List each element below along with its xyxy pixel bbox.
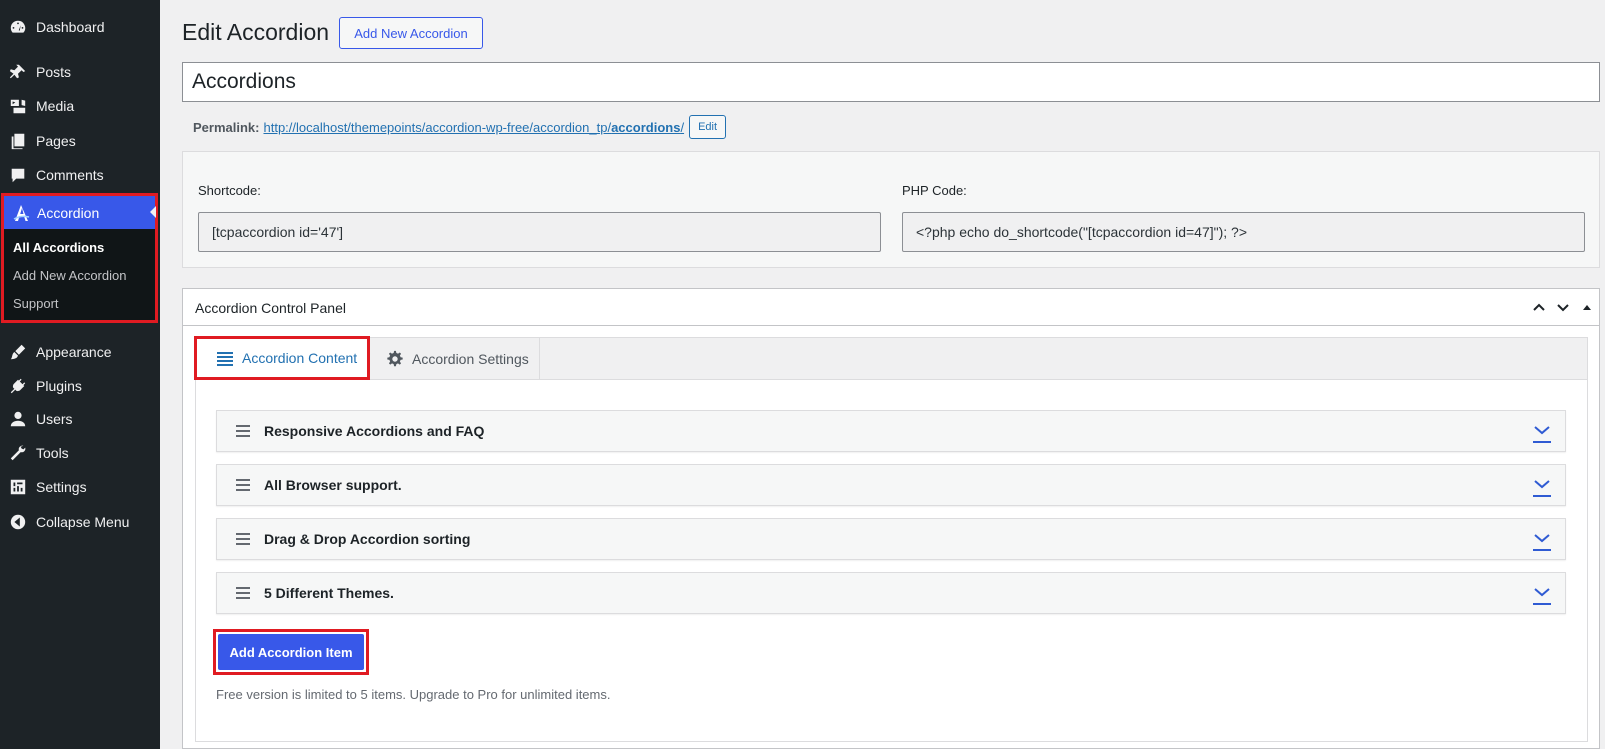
postbox-header: Accordion Control Panel: [183, 289, 1599, 326]
pages-icon: [0, 132, 36, 150]
tab-accordion-settings[interactable]: Accordion Settings: [370, 338, 540, 380]
permalink-url-prefix: http://localhost/themepoints/accordion-w…: [263, 119, 612, 135]
comment-icon: [0, 166, 36, 184]
chevron-down-icon[interactable]: [1533, 585, 1551, 605]
menu-media[interactable]: Media: [0, 89, 160, 123]
accordion-item-title: Drag & Drop Accordion sorting: [264, 531, 471, 547]
collapse-panel-icon[interactable]: [1577, 297, 1597, 317]
wrench-icon: [0, 444, 36, 462]
menu-plugins[interactable]: Plugins: [0, 369, 160, 403]
menu-dashboard[interactable]: Dashboard: [0, 10, 160, 44]
brush-icon: [0, 343, 36, 361]
pin-icon: [0, 63, 36, 81]
menu-accordion[interactable]: Accordion: [4, 196, 156, 229]
submenu-add-new-accordion[interactable]: Add New Accordion: [13, 268, 126, 283]
accordion-item-title: All Browser support.: [264, 477, 402, 493]
menu-label: Dashboard: [36, 19, 105, 35]
chevron-down-icon[interactable]: [1533, 531, 1551, 551]
settings-icon: [0, 478, 36, 496]
move-up-icon[interactable]: [1529, 297, 1549, 317]
collapse-icon: [0, 513, 36, 531]
permalink-row: Permalink: http://localhost/themepoints/…: [193, 115, 727, 139]
tabs-container: Accordion Content Accordion Settings Res…: [194, 336, 1588, 742]
accordion-menu-highlight: Accordion All Accordions Add New Accordi…: [1, 193, 158, 323]
admin-sidebar: Dashboard Posts Media Pages Comments Acc…: [0, 0, 160, 749]
menu-tools[interactable]: Tools: [0, 436, 160, 470]
permalink-link[interactable]: http://localhost/themepoints/accordion-w…: [263, 120, 684, 135]
add-button-highlight: Add Accordion Item: [213, 629, 369, 675]
menu-posts[interactable]: Posts: [0, 55, 160, 89]
accordion-item[interactable]: Drag & Drop Accordion sorting: [216, 518, 1566, 560]
tab-bar: Accordion Content Accordion Settings: [194, 336, 1587, 380]
menu-comments[interactable]: Comments: [0, 158, 160, 192]
permalink-label: Permalink:: [193, 119, 260, 135]
dashboard-icon: [0, 18, 36, 36]
drag-handle-icon[interactable]: [236, 479, 250, 491]
shortcode-label: Shortcode:: [198, 183, 261, 198]
list-icon: [217, 352, 233, 366]
menu-label: Accordion: [37, 204, 100, 221]
tab-label: Accordion Content: [242, 350, 358, 366]
drag-handle-icon[interactable]: [236, 425, 250, 437]
add-new-accordion-button[interactable]: Add New Accordion: [339, 17, 483, 49]
menu-label: Tools: [36, 445, 69, 461]
accordion-item-title: 5 Different Themes.: [264, 585, 394, 601]
accordion-item[interactable]: 5 Different Themes.: [216, 572, 1566, 614]
tab-accordion-content[interactable]: Accordion Content: [194, 336, 370, 380]
menu-label: Pages: [36, 133, 76, 149]
php-code-field[interactable]: <?php echo do_shortcode("[tcpaccordion i…: [902, 212, 1585, 252]
permalink-url-suffix: /: [680, 119, 685, 135]
media-icon: [0, 97, 36, 115]
shortcode-field[interactable]: [tcpaccordion id='47']: [198, 212, 881, 252]
accordion-item[interactable]: All Browser support.: [216, 464, 1566, 506]
plug-icon: [0, 377, 36, 395]
php-code-label: PHP Code:: [902, 183, 967, 198]
move-down-icon[interactable]: [1553, 297, 1573, 317]
drag-handle-icon[interactable]: [236, 587, 250, 599]
menu-users[interactable]: Users: [0, 402, 160, 436]
edit-slug-button[interactable]: Edit: [689, 115, 727, 139]
shortcode-panel: Shortcode: [tcpaccordion id='47'] PHP Co…: [182, 151, 1600, 268]
tab-label: Accordion Settings: [412, 351, 529, 367]
gear-icon: [387, 350, 403, 367]
page-title: Edit Accordion: [182, 19, 330, 45]
chevron-down-icon[interactable]: [1533, 423, 1551, 443]
menu-label: Plugins: [36, 378, 82, 394]
menu-label: Collapse Menu: [36, 514, 130, 530]
post-title-input[interactable]: Accordions: [182, 62, 1600, 102]
drag-handle-icon[interactable]: [236, 533, 250, 545]
submenu-all-accordions[interactable]: All Accordions: [13, 240, 104, 255]
menu-label: Posts: [36, 64, 72, 80]
menu-label: Appearance: [36, 344, 112, 360]
menu-settings[interactable]: Settings: [0, 470, 160, 504]
chevron-down-icon[interactable]: [1533, 477, 1551, 497]
user-icon: [0, 410, 36, 428]
accordion-item[interactable]: Responsive Accordions and FAQ: [216, 410, 1566, 452]
menu-appearance[interactable]: Appearance: [0, 335, 160, 369]
menu-label: Users: [36, 411, 73, 427]
accordion-logo-icon: [4, 203, 37, 223]
current-caret-icon: [150, 206, 156, 218]
menu-pages[interactable]: Pages: [0, 124, 160, 158]
menu-label: Settings: [36, 479, 87, 495]
menu-label: Media: [36, 98, 75, 114]
add-accordion-item-button[interactable]: Add Accordion Item: [218, 634, 364, 670]
accordion-control-panel: Accordion Control Panel Accordion Conten…: [182, 288, 1600, 749]
accordion-item-title: Responsive Accordions and FAQ: [264, 423, 485, 439]
panel-title: Accordion Control Panel: [195, 300, 346, 316]
menu-label: Comments: [36, 167, 104, 183]
limit-note: Free version is limited to 5 items. Upgr…: [216, 687, 611, 702]
submenu-support[interactable]: Support: [13, 296, 59, 311]
permalink-slug: accordions: [611, 119, 681, 135]
menu-collapse[interactable]: Collapse Menu: [0, 505, 160, 539]
